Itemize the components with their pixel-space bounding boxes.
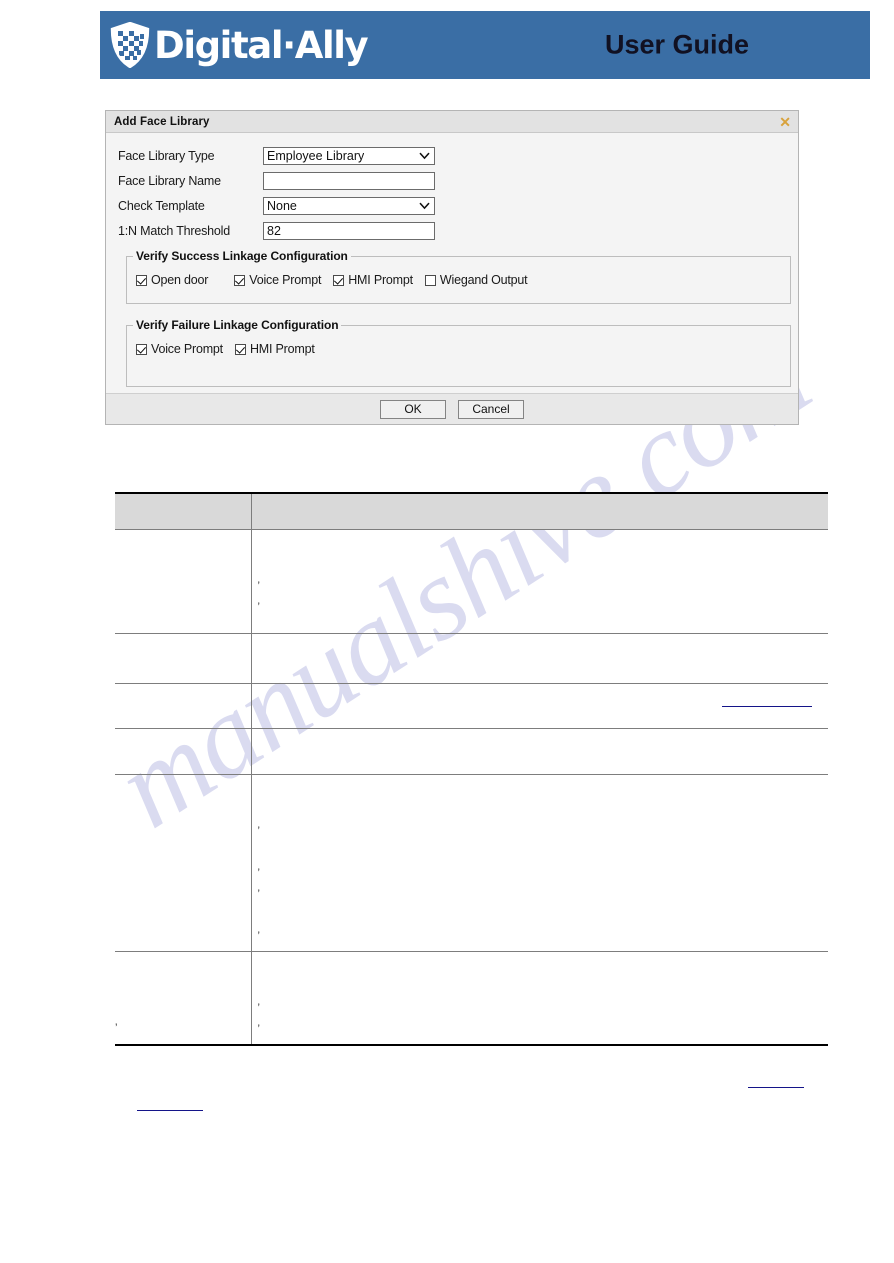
tick-mark: ’ (257, 1002, 260, 1014)
footer-link-left[interactable] (137, 1110, 203, 1112)
verify-success-legend: Verify Success Linkage Configuration (133, 249, 351, 263)
table-row (115, 728, 828, 775)
verify-failure-linkage-group: Verify Failure Linkage Configuration Voi… (126, 318, 791, 387)
table-cell-name (115, 774, 252, 952)
tick-mark: ’ (257, 580, 260, 592)
field-row-face-library-name: Face Library Name (118, 172, 786, 190)
checkbox-box-icon (424, 274, 436, 286)
checkbox-open-door[interactable]: Open door (136, 273, 208, 287)
table-cell-description (250, 683, 828, 729)
table-header-cell-name (115, 492, 252, 530)
check-template-select[interactable]: None (263, 197, 435, 215)
verify-failure-legend: Verify Failure Linkage Configuration (133, 318, 342, 332)
footer-link-right[interactable] (748, 1087, 804, 1089)
tick-mark: ’ (257, 1023, 260, 1035)
shield-grid-logo-icon (110, 22, 150, 68)
table-cell-description (250, 633, 828, 684)
table-header-row (115, 492, 828, 530)
checkbox-voice-prompt-failure[interactable]: Voice Prompt (136, 342, 223, 356)
dialog-titlebar: Add Face Library ✕ (106, 111, 798, 133)
page-header-banner: Digital·Ally User Guide (100, 11, 870, 79)
checkbox-label: Voice Prompt (249, 273, 322, 287)
verify-failure-checkbox-row: Voice Prompt HMI Prompt (127, 342, 790, 356)
field-row-match-threshold: 1:N Match Threshold (118, 222, 786, 240)
checkbox-label: Voice Prompt (151, 342, 223, 356)
checkbox-hmi-prompt-failure[interactable]: HMI Prompt (234, 342, 315, 356)
checkbox-box-icon (136, 274, 147, 286)
table-cell-name (115, 683, 252, 729)
checkbox-label: Wiegand Output (439, 273, 528, 287)
checkbox-box-icon (333, 274, 345, 286)
footnote-tick-mark: ’ (115, 1022, 118, 1034)
table-row: ’ ’ (115, 951, 828, 1046)
cancel-button[interactable]: Cancel (458, 399, 524, 419)
tick-mark: ’ (257, 825, 260, 837)
table-cell-description: ’ ’ (250, 529, 828, 634)
tick-mark: ’ (257, 601, 260, 613)
tick-mark: ’ (257, 930, 260, 942)
checkbox-box-icon (136, 343, 147, 355)
close-icon[interactable]: ✕ (779, 115, 791, 129)
tick-mark: ’ (257, 867, 260, 879)
dialog-title: Add Face Library (114, 115, 210, 128)
chevron-down-icon (419, 202, 430, 210)
parameter-description-table: ’ ’ ’ ’ ’ ’ ’ ’ (115, 492, 828, 1046)
checkbox-wiegand-output[interactable]: Wiegand Output (424, 273, 528, 287)
reference-link[interactable] (722, 706, 812, 707)
brand-logo: Digital·Ally (110, 22, 369, 68)
table-cell-name (115, 728, 252, 775)
brand-name: Digital·Ally (154, 23, 369, 67)
chevron-down-icon (419, 152, 430, 160)
table-row (115, 633, 828, 684)
table-header-cell-description (250, 492, 828, 530)
table-cell-name (115, 951, 252, 1046)
field-row-face-library-type: Face Library Type Employee Library (118, 147, 786, 165)
label-check-template: Check Template (118, 199, 205, 213)
checkbox-voice-prompt-success[interactable]: Voice Prompt (234, 273, 321, 287)
guide-title: User Guide (605, 29, 750, 60)
table-row (115, 683, 828, 729)
table-cell-name (115, 529, 252, 634)
label-face-library-name: Face Library Name (118, 174, 221, 188)
match-threshold-input[interactable] (263, 222, 435, 240)
checkbox-hmi-prompt-success[interactable]: HMI Prompt (333, 273, 413, 287)
checkbox-label: Open door (151, 273, 209, 287)
checkbox-box-icon (234, 343, 246, 355)
add-face-library-dialog: Add Face Library ✕ Face Library Type Emp… (105, 110, 799, 425)
field-row-check-template: Check Template None (118, 197, 786, 215)
face-library-type-value: Employee Library (267, 149, 365, 163)
table-cell-description: ’ ’ (250, 951, 828, 1046)
label-face-library-type: Face Library Type (118, 149, 215, 163)
check-template-value: None (267, 199, 297, 213)
table-cell-name (115, 633, 252, 684)
dialog-footer: OK Cancel (106, 393, 798, 424)
dialog-body: Face Library Type Employee Library Face … (106, 133, 798, 393)
table-row: ’ ’ ’ ’ (115, 774, 828, 952)
checkbox-label: HMI Prompt (249, 342, 315, 356)
table-cell-description (250, 728, 828, 775)
checkbox-label: HMI Prompt (348, 273, 413, 287)
ok-button[interactable]: OK (380, 399, 446, 419)
face-library-name-input[interactable] (263, 172, 435, 190)
table-row: ’ ’ (115, 529, 828, 634)
checkbox-box-icon (234, 274, 246, 286)
tick-mark: ’ (257, 888, 260, 900)
label-match-threshold: 1:N Match Threshold (118, 224, 230, 238)
verify-success-checkbox-row: Open door Voice Prompt HMI Prompt Wiegan… (127, 273, 790, 287)
face-library-type-select[interactable]: Employee Library (263, 147, 435, 165)
verify-success-linkage-group: Verify Success Linkage Configuration Ope… (126, 249, 791, 304)
table-cell-description: ’ ’ ’ ’ (250, 774, 828, 952)
